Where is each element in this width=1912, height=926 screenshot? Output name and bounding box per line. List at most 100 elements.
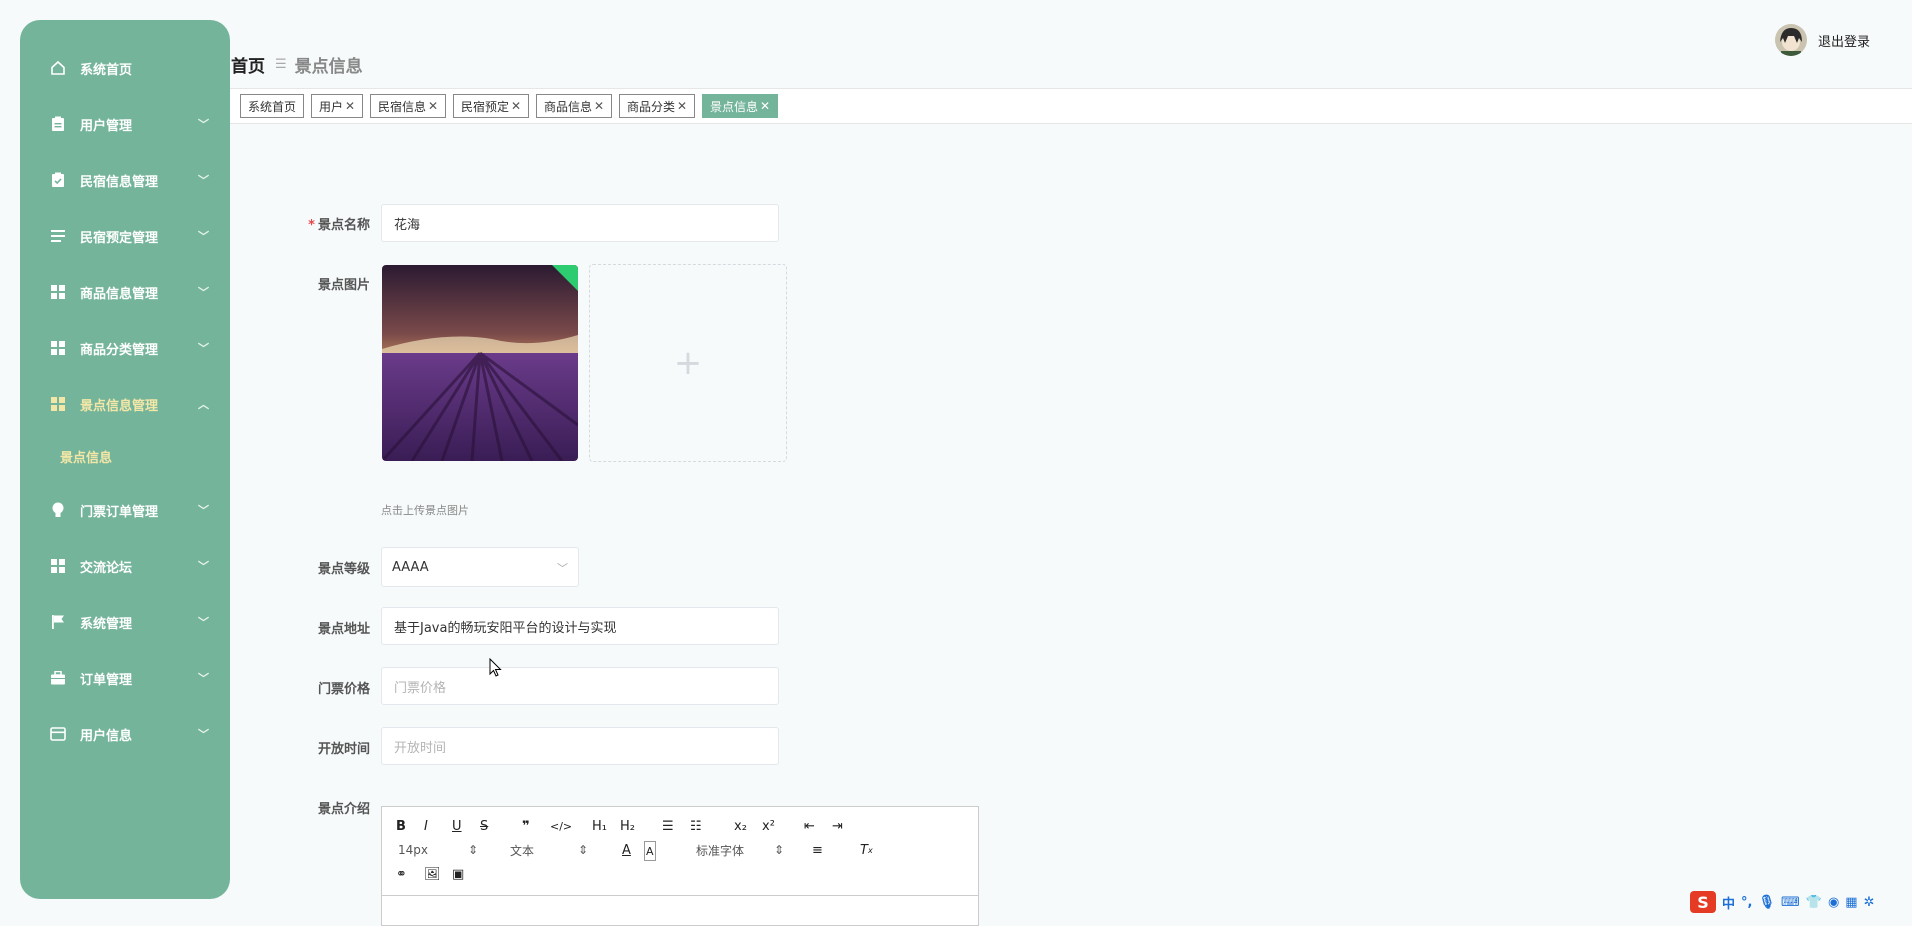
chevron-down-icon: ﹀ <box>198 118 209 131</box>
video-icon[interactable]: ▣ <box>452 865 464 883</box>
sidebar-item-order-mgmt[interactable]: 订单管理 ﹀ <box>20 658 230 698</box>
logout-link[interactable]: 退出登录 <box>1818 31 1870 50</box>
tag-goods-category[interactable]: 商品分类 ✕ <box>619 94 696 118</box>
sidebar-item-home[interactable]: 系统首页 <box>20 48 230 88</box>
avatar[interactable] <box>1775 24 1807 56</box>
breadcrumb-home[interactable]: 首页 <box>231 52 265 77</box>
link-icon[interactable]: ⚭ <box>396 865 407 883</box>
chevron-down-icon: ﹀ <box>198 504 209 517</box>
sidebar-item-label: 系统首页 <box>80 62 133 78</box>
keyboard-icon[interactable]: ⌨ <box>1781 895 1800 910</box>
tag-label: 民宿预定 <box>461 99 510 114</box>
card-icon <box>50 726 66 742</box>
grid-icon <box>50 396 66 412</box>
sidebar-item-label: 系统管理 <box>80 616 133 632</box>
close-icon[interactable]: ✕ <box>677 99 687 113</box>
sidebar-item-label: 民宿信息管理 <box>80 174 159 190</box>
image-icon[interactable]: 🖼 <box>424 865 441 883</box>
indent-icon[interactable]: ⇥ <box>832 817 843 835</box>
tag-scenic-info[interactable]: 景点信息 ✕ <box>702 94 779 118</box>
sidebar-item-user-info[interactable]: 用户信息 ﹀ <box>20 714 230 754</box>
sidebar-item-forum[interactable]: 交流论坛 ﹀ <box>20 546 230 586</box>
sogou-logo-icon[interactable]: S <box>1690 891 1716 913</box>
strike-icon[interactable]: S <box>480 817 488 835</box>
sidebar-item-goods-info[interactable]: 商品信息管理 ﹀ <box>20 272 230 312</box>
superscript-icon[interactable]: x² <box>762 817 775 835</box>
sidebar-item-user-mgmt[interactable]: 用户管理 ﹀ <box>20 104 230 144</box>
underline-icon[interactable]: U <box>452 817 462 835</box>
mouse-cursor-icon <box>489 657 503 682</box>
grid-icon <box>50 284 66 300</box>
sidebar: 系统首页 用户管理 ﹀ 民宿信息管理 ﹀ 民宿预定管理 ﹀ 商品信息管理 ﹀ 商… <box>20 20 230 899</box>
grid-icon <box>50 558 66 574</box>
system-tray: S 中 °, 🎙 ⌨ 👕 ◉ ▦ ✲ <box>1690 890 1874 914</box>
sidebar-item-system-mgmt[interactable]: 系统管理 ﹀ <box>20 602 230 642</box>
close-icon[interactable]: ✕ <box>345 99 355 113</box>
assistant-icon[interactable]: ◉ <box>1828 895 1839 910</box>
sidebar-item-homestay-booking[interactable]: 民宿预定管理 ﹀ <box>20 216 230 256</box>
sidebar-item-scenic-info[interactable]: 景点信息管理 ︿ <box>20 384 230 424</box>
sidebar-item-goods-category[interactable]: 商品分类管理 ﹀ <box>20 328 230 368</box>
clear-format-icon[interactable]: Tx <box>860 841 873 859</box>
image-upload-hint: 点击上传景点图片 <box>381 504 469 517</box>
image-upload-button[interactable]: + <box>589 264 787 462</box>
code-icon[interactable]: </> <box>550 817 572 835</box>
user-area: 退出登录 <box>1775 24 1870 56</box>
tag-label: 民宿信息 <box>378 99 427 114</box>
ordered-list-icon[interactable]: ☰ <box>662 817 674 835</box>
tag-label: 系统首页 <box>248 99 297 114</box>
outdent-icon[interactable]: ⇤ <box>804 817 815 835</box>
open-time-input[interactable]: 开放时间 <box>381 727 779 765</box>
close-icon[interactable]: ✕ <box>511 99 521 113</box>
chevron-down-icon: ﹀ <box>198 174 209 187</box>
subscript-icon[interactable]: x₂ <box>734 817 747 835</box>
tag-label: 景点信息 <box>710 99 759 114</box>
sidebar-item-ticket-orders[interactable]: 门票订单管理 ﹀ <box>20 490 230 530</box>
breadcrumb-current: 景点信息 <box>294 57 363 77</box>
bullet-list-icon[interactable]: ☷ <box>690 817 702 835</box>
sidebar-item-label: 民宿预定管理 <box>80 230 159 246</box>
skin-icon[interactable]: 👕 <box>1806 895 1822 910</box>
ime-chinese-indicator[interactable]: 中 <box>1722 893 1735 912</box>
h1-icon[interactable]: H₁ <box>592 817 607 835</box>
font-color-icon[interactable]: A <box>622 841 631 859</box>
address-input[interactable]: 基于Java的畅玩安阳平台的设计与实现 <box>381 607 779 645</box>
italic-icon[interactable]: I <box>424 817 428 835</box>
close-icon[interactable]: ✕ <box>428 99 438 113</box>
background-color-icon[interactable]: A <box>644 841 656 861</box>
chevron-up-icon: ︿ <box>198 398 209 411</box>
font-family-select[interactable]: 标准字体 ⇕ <box>696 841 784 859</box>
tag-home[interactable]: 系统首页 <box>240 94 305 118</box>
submenu-item-scenic-info[interactable]: 景点信息 <box>20 438 230 474</box>
blockquote-icon[interactable]: ❞ <box>522 817 530 835</box>
tag-goods-info[interactable]: 商品信息 ✕ <box>536 94 613 118</box>
bold-icon[interactable]: B <box>396 817 406 835</box>
punctuation-icon[interactable]: °, <box>1741 895 1752 910</box>
microphone-icon[interactable]: 🎙 <box>1758 895 1775 910</box>
close-icon[interactable]: ✕ <box>760 99 770 113</box>
h2-icon[interactable]: H₂ <box>620 817 635 835</box>
editor-content[interactable] <box>382 895 978 897</box>
sidebar-item-homestay-info[interactable]: 民宿信息管理 ﹀ <box>20 160 230 200</box>
scenic-image[interactable] <box>382 265 578 461</box>
align-icon[interactable]: ≡ <box>812 841 823 859</box>
apps-grid-icon[interactable]: ▦ <box>1845 895 1857 910</box>
settings-icon[interactable]: ✲ <box>1864 895 1875 910</box>
breadcrumb: 首页 ☰ 景点信息 <box>231 52 363 77</box>
name-input[interactable]: 花海 <box>381 204 779 242</box>
tag-user[interactable]: 用户 ✕ <box>311 94 364 118</box>
tag-homestay-info[interactable]: 民宿信息 ✕ <box>370 94 447 118</box>
list-icon <box>50 228 66 244</box>
level-label: 景点等级 <box>317 562 370 577</box>
sidebar-item-label: 交流论坛 <box>80 560 133 576</box>
required-mark: * <box>308 218 315 233</box>
chevron-down-icon: ﹀ <box>198 560 209 573</box>
level-select[interactable]: AAAA ﹀ <box>381 547 579 587</box>
tag-homestay-booking[interactable]: 民宿预定 ✕ <box>453 94 530 118</box>
price-input[interactable]: 门票价格 <box>381 667 779 705</box>
font-size-select[interactable]: 14px ⇕ <box>398 841 478 859</box>
close-icon[interactable]: ✕ <box>594 99 604 113</box>
clipboard-icon <box>50 116 66 132</box>
sidebar-item-label: 景点信息管理 <box>80 398 159 414</box>
header-select[interactable]: 文本 ⇕ <box>510 841 588 859</box>
